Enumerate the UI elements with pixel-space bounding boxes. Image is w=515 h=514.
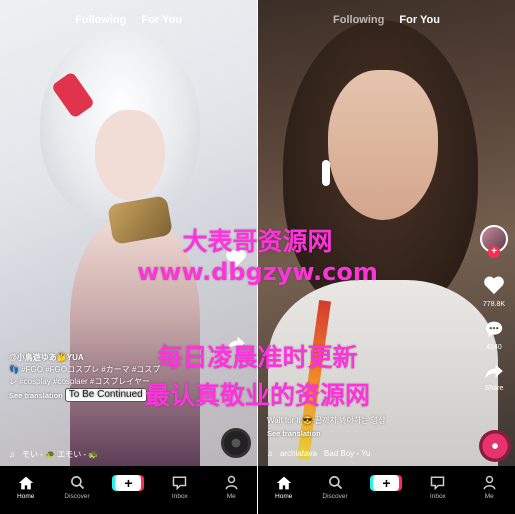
figure-face [95,110,165,200]
nav-discover-label: Discover [322,493,348,500]
watermark-line-3: 每日凌晨准时更新 [157,343,358,372]
tab-following[interactable]: Following [75,14,126,26]
nav-create[interactable]: + [106,474,150,493]
see-translation-link[interactable]: See translation [267,428,467,440]
nav-inbox[interactable]: Inbox [416,474,460,500]
profile-icon [467,474,511,491]
search-icon [55,474,99,491]
nav-me[interactable]: Me [467,474,511,500]
top-tabs: Following For You [258,14,515,26]
caption-text[interactable]: Wait for it 😎 끝까지 봐야하는 영상 [267,415,467,427]
home-icon [262,474,306,491]
music-disc[interactable] [221,428,251,458]
nav-discover[interactable]: Discover [55,474,99,500]
figure-face [328,70,438,220]
music-disc[interactable] [479,430,511,462]
nav-home[interactable]: Home [4,474,48,500]
nav-inbox[interactable]: Inbox [158,474,202,500]
nav-home-label: Home [275,493,293,500]
nav-me-label: Me [226,493,236,500]
nav-inbox-label: Inbox [429,493,446,500]
nav-home[interactable]: Home [262,474,306,500]
nav-discover[interactable]: Discover [313,474,357,500]
music-note-icon: ♫ [267,449,273,458]
nav-me[interactable]: Me [209,474,253,500]
earbud-graphic [322,160,330,186]
watermark-line-4: 最认真敬业的资源网 [144,381,370,410]
video-caption: Wait for it 😎 끝까지 봐야하는 영상 See translatio… [267,415,467,440]
music-disc-icon [479,430,511,462]
bottom-navigation: Home Discover + Inbox Me [258,466,515,514]
tab-for-you[interactable]: For You [399,14,440,26]
music-user: archiafava [280,449,317,458]
music-info[interactable]: ♫ archiafava Bad Boy - Yu [267,449,370,458]
profile-icon [209,474,253,491]
nav-create[interactable]: + [364,474,408,493]
home-icon [4,474,48,491]
create-plus-icon: + [115,474,142,491]
bottom-navigation: Home Discover + Inbox Me [0,466,257,514]
inbox-icon [158,474,202,491]
music-disc-icon [221,428,251,458]
nav-discover-label: Discover [64,493,90,500]
music-note-icon: ♫ [9,450,15,459]
watermark-line-1: 大表哥资源网 [182,227,333,256]
music-info[interactable]: ♫ モい - 🐢 エモい - 🐢 [9,449,98,460]
like-count: 778.8K [482,301,506,308]
music-title: Bad Boy - Yu [323,449,371,458]
nav-home-label: Home [17,493,35,500]
tab-for-you[interactable]: For You [141,14,182,26]
top-tabs: Following For You [0,14,257,26]
create-plus-icon: + [373,474,400,491]
music-title: モい - 🐢 エモい - 🐢 [22,450,99,459]
watermark-line-2: www.dbgzyw.com [137,258,378,286]
nav-inbox-label: Inbox [171,493,188,500]
search-icon [313,474,357,491]
nav-me-label: Me [484,493,494,500]
inbox-icon [416,474,460,491]
tab-following[interactable]: Following [333,14,384,26]
